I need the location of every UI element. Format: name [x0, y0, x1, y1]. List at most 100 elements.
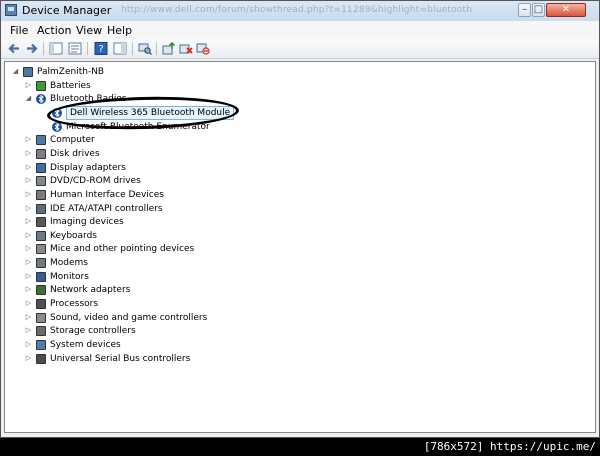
expand-arrow-icon[interactable]: ▷ [25, 313, 32, 321]
tree-root-label: PalmZenith-NB [37, 67, 105, 77]
menu-file[interactable]: File [10, 24, 28, 37]
back-arrow-icon[interactable] [7, 42, 21, 55]
toolbar: ? [1, 39, 599, 59]
expand-arrow-icon[interactable]: ▷ [25, 327, 32, 334]
tree-root-node[interactable]: ◢ PalmZenith-NB [5, 65, 575, 79]
tree-category-label: Human Interface Devices [50, 189, 164, 200]
menu-action[interactable]: Action [37, 24, 71, 37]
expand-arrow-icon[interactable]: ◢ [25, 95, 32, 102]
update-driver-icon[interactable] [162, 42, 176, 55]
menu-view[interactable]: View [76, 24, 102, 37]
bluetooth-icon [36, 94, 46, 105]
tree-category-item[interactable]: ▷ Batteries [5, 79, 575, 93]
tree-category-item[interactable]: ▷ Universal Serial Bus controllers [5, 352, 575, 366]
tree-category-label: Universal Serial Bus controllers [50, 353, 191, 364]
tree-category-item[interactable]: ▷ IDE ATA/ATAPI controllers [5, 202, 575, 216]
expand-arrow-icon[interactable]: ▷ [25, 177, 32, 184]
expand-arrow-icon[interactable]: ▷ [25, 341, 32, 348]
expand-arrow-icon[interactable]: ▷ [25, 300, 32, 307]
tree-category-item[interactable]: ▷ Display adapters [5, 161, 575, 175]
forward-arrow-icon[interactable] [25, 42, 39, 55]
tree-category-label: Disk drives [50, 148, 100, 159]
title-bar[interactable]: Device Manager http://www.dell.com/forum… [1, 1, 599, 22]
expand-arrow-icon[interactable]: ▷ [25, 354, 32, 362]
expand-arrow-icon[interactable]: ▷ [25, 149, 32, 157]
expand-arrow-icon[interactable]: ▷ [25, 286, 32, 293]
keyboard-icon [36, 230, 46, 241]
help-icon[interactable]: ? [94, 42, 108, 55]
tree-category-label: IDE ATA/ATAPI controllers [50, 203, 163, 214]
maximize-button[interactable]: □ [532, 3, 545, 17]
tree-category-item[interactable]: ▷ Sound, video and game controllers [5, 311, 575, 325]
disk-drive-icon [36, 148, 46, 159]
watermark-text: [786x572] https://upic.me/ [423, 440, 596, 453]
battery-icon [36, 80, 46, 91]
tree-category-item[interactable]: ▷ System devices [5, 338, 575, 352]
expand-arrow-icon[interactable]: ▷ [25, 190, 32, 198]
tree-category-item[interactable]: ▷ Imaging devices [5, 215, 575, 229]
tree-category-item[interactable]: ▷ Keyboards [5, 229, 575, 243]
action-pane-icon[interactable] [113, 42, 127, 55]
tree-category-item[interactable]: ▷ Disk drives [5, 147, 575, 161]
tree-category-item[interactable]: ▷ Storage controllers [5, 324, 575, 338]
ide-controller-icon [36, 203, 46, 214]
expand-arrow-icon[interactable]: ▷ [25, 272, 32, 280]
expand-arrow-icon[interactable]: ▷ [25, 259, 32, 266]
network-adapter-icon [36, 285, 46, 296]
tree-category-label: Monitors [50, 271, 89, 282]
monitor-icon [36, 271, 46, 282]
tree-category-label: DVD/CD-ROM drives [50, 176, 141, 187]
menu-help[interactable]: Help [107, 24, 132, 37]
tree-category-label: Imaging devices [50, 217, 124, 228]
tree-category-label: Mice and other pointing devices [50, 244, 195, 255]
expand-arrow-icon[interactable]: ◢ [12, 68, 19, 75]
expand-arrow-icon[interactable]: ▷ [25, 231, 32, 239]
tree-category-label: Network adapters [50, 285, 131, 296]
window-title: Device Manager [22, 4, 112, 17]
toolbar-separator [156, 42, 157, 55]
dvd-drive-icon [36, 176, 46, 187]
usb-icon [36, 353, 46, 364]
expand-arrow-icon[interactable]: ▷ [25, 218, 32, 225]
tree-category-item[interactable]: ▷ Modems [5, 256, 575, 270]
computer-root-icon [23, 67, 33, 77]
storage-controller-icon [36, 326, 46, 337]
tree-category-label: Processors [50, 299, 99, 310]
device-manager-window: Device Manager http://www.dell.com/forum… [0, 0, 600, 438]
tree-category-item[interactable]: ▷ DVD/CD-ROM drives [5, 174, 575, 188]
toolbar-separator [87, 42, 88, 55]
toolbar-separator [132, 42, 133, 55]
scan-hardware-icon[interactable] [138, 42, 152, 55]
computer-icon [36, 135, 46, 146]
tree-category-item[interactable]: ▷ Processors [5, 297, 575, 311]
close-button[interactable]: ✕ [546, 3, 586, 17]
tree-category-item[interactable]: ▷ Computer [5, 133, 575, 147]
device-manager-app-icon[interactable] [5, 4, 17, 16]
tree-category-item[interactable]: ▷ Monitors [5, 270, 575, 284]
hid-icon [36, 189, 46, 200]
show-hide-console-tree-icon[interactable] [49, 42, 63, 55]
toolbar-separator [43, 42, 44, 55]
menu-bar: File Action View Help [1, 21, 599, 40]
expand-arrow-icon[interactable]: ▷ [25, 81, 32, 89]
disable-device-icon[interactable] [196, 42, 210, 55]
tree-category-label: Keyboards [50, 230, 97, 241]
uninstall-icon[interactable] [179, 42, 193, 55]
expand-arrow-icon[interactable]: ▷ [25, 136, 32, 143]
tree-category-item[interactable]: ▷ Network adapters [5, 283, 575, 297]
system-device-icon [36, 340, 46, 350]
minimize-button[interactable]: – [518, 3, 531, 17]
tree-category-label: System devices [50, 340, 121, 350]
expand-arrow-icon[interactable]: ▷ [25, 245, 32, 252]
mouse-icon [36, 244, 46, 255]
tree-category-item[interactable]: ▷ Mice and other pointing devices [5, 242, 575, 256]
tree-category-label: Modems [50, 258, 88, 269]
properties-icon[interactable] [68, 42, 82, 55]
modem-icon [36, 258, 46, 269]
tree-category-item[interactable]: ▷ Human Interface Devices [5, 188, 575, 202]
tree-category-label: Sound, video and game controllers [50, 312, 208, 323]
expand-arrow-icon[interactable]: ▷ [25, 204, 32, 212]
tree-category-label: Batteries [50, 80, 91, 91]
expand-arrow-icon[interactable]: ▷ [25, 163, 32, 171]
watermark-strip: [786x572] https://upic.me/ [0, 438, 600, 456]
